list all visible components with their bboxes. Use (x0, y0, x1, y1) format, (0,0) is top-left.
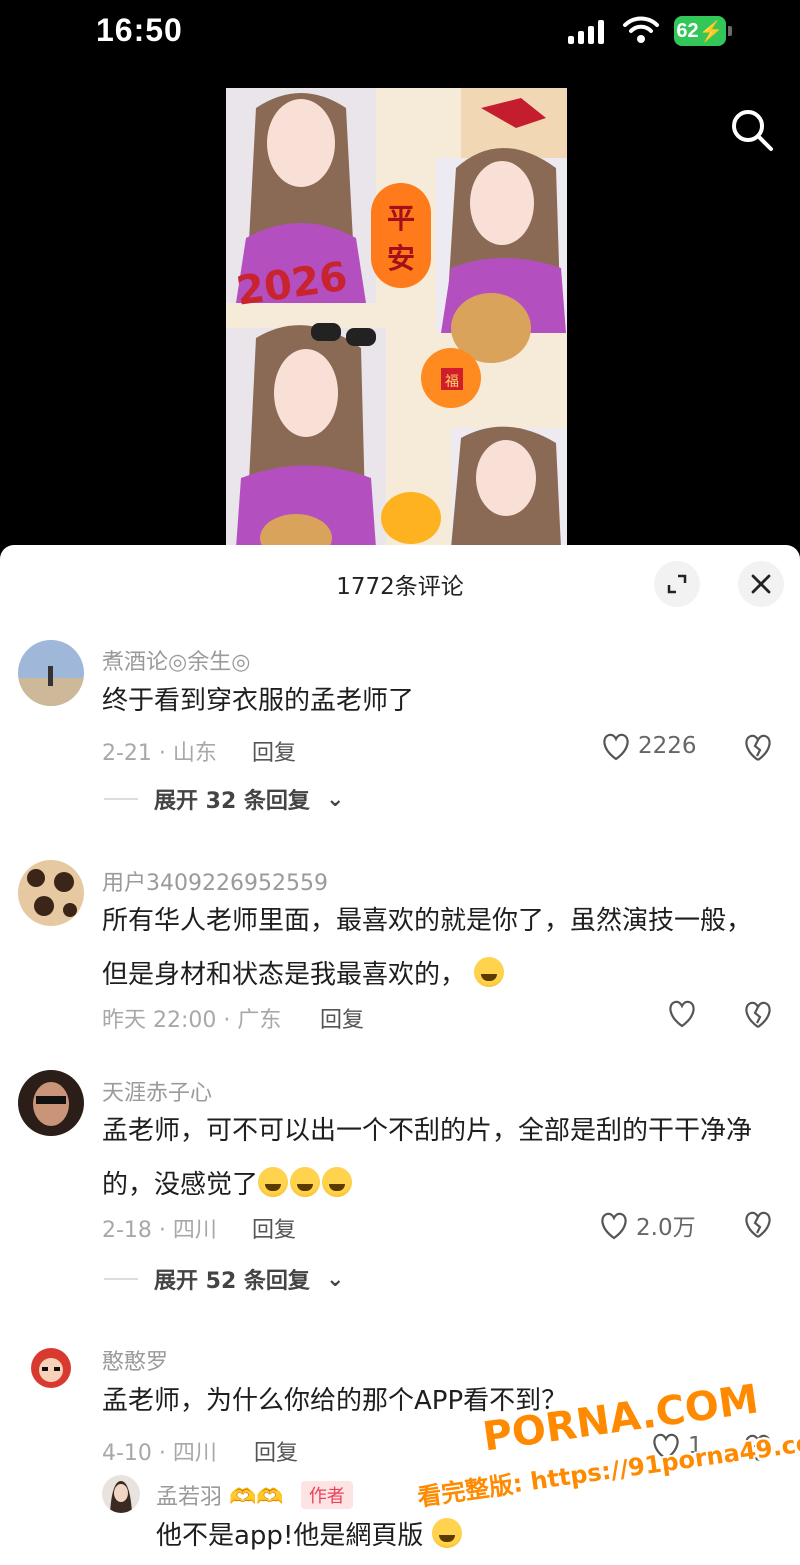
comment-text: 孟老师，可不可以出一个不刮的片，全部是刮的干干净净的，没感觉了 (102, 1104, 770, 1212)
expand-replies-label: 展开 32 条回复 (154, 789, 310, 814)
reply-text-content: 他不是app!他是網頁版 (156, 1521, 424, 1551)
like-button[interactable] (666, 998, 698, 1028)
comment-username[interactable]: 天涯赤子心 (102, 1075, 212, 1107)
comment-meta: 4-10 · 四川 (102, 1441, 217, 1466)
emoji-icon (474, 957, 505, 987)
heart-hands-icon: 🫶🫶 (229, 1485, 284, 1510)
reply-username-text: 孟若羽 (156, 1485, 223, 1510)
avatar[interactable] (102, 1475, 140, 1513)
comment-text: 终于看到穿衣服的孟老师了 (102, 686, 415, 716)
dislike-icon[interactable] (742, 999, 774, 1029)
comment-text: 所有华人老师里面，最喜欢的就是你了，虽然演技一般，但是身材和状态是我最喜欢的， (102, 894, 770, 1002)
close-sheet-button[interactable] (738, 561, 784, 607)
emoji-icon (322, 1167, 353, 1197)
reply-button[interactable]: 回复 (320, 1002, 364, 1034)
comment-meta: 2-18 · 四川 (102, 1218, 217, 1243)
expand-replies-label: 展开 52 条回复 (154, 1269, 310, 1294)
battery-level: 62 (676, 19, 699, 42)
like-count: 2.0万 (636, 1215, 696, 1241)
expand-replies-button[interactable]: 展开 32 条回复 ⌄ (104, 783, 344, 815)
comment-text-content: 所有华人老师里面，最喜欢的就是你了，虽然演技一般，但是身材和状态是我最喜欢的， (102, 906, 753, 990)
emoji-icon (290, 1167, 321, 1197)
avatar[interactable] (18, 1340, 84, 1406)
like-count: 2226 (638, 733, 697, 759)
cellular-signal-icon (568, 20, 604, 44)
reply-button[interactable]: 回复 (252, 735, 296, 767)
comment-text-content: 孟老师，可不可以出一个不刮的片，全部是刮的干干净净的，没感觉了 (102, 1116, 753, 1200)
like-button[interactable]: 2226 (600, 731, 697, 761)
video-fu-text: 福 (445, 374, 459, 390)
comment-meta: 2-21 · 山东 (102, 741, 217, 766)
like-button[interactable]: 2.0万 (598, 1208, 696, 1242)
battery-icon: 62 ⚡ (674, 16, 726, 46)
reply-username[interactable]: 孟若羽 🫶🫶 作者 (156, 1479, 353, 1511)
comment-username[interactable]: 用户3409226952559 (102, 865, 328, 897)
video-player[interactable]: 2026 平 安 福 (226, 88, 567, 548)
expand-replies-button[interactable]: 展开 52 条回复 ⌄ (104, 1263, 344, 1295)
reply-text: 他不是app!他是網頁版 (156, 1509, 756, 1563)
author-tag: 作者 (300, 1481, 353, 1509)
avatar[interactable] (18, 860, 84, 926)
comment-username[interactable]: 煮酒论◎余生◎ (102, 644, 250, 676)
close-icon (751, 574, 771, 594)
search-icon[interactable] (728, 106, 776, 154)
heart-icon (669, 1000, 695, 1028)
battery-tip (728, 26, 732, 36)
wifi-icon (623, 16, 659, 43)
video-badge-line1: 平 (387, 202, 415, 235)
expand-icon (667, 574, 687, 594)
status-time: 16:50 (96, 12, 183, 48)
comment-username[interactable]: 憨憨罗 (102, 1344, 168, 1376)
emoji-icon (258, 1167, 289, 1197)
video-frame: 2026 平 安 福 (226, 88, 567, 548)
emoji-icon (431, 1518, 462, 1548)
status-bar: 16:50 62 ⚡ (0, 0, 800, 70)
expand-sheet-button[interactable] (654, 561, 700, 607)
comment-meta: 昨天 22:00 · 广东 (102, 1008, 282, 1033)
chevron-down-icon: ⌄ (325, 786, 345, 812)
reply-button[interactable]: 回复 (252, 1212, 296, 1244)
video-badge-line2: 安 (387, 242, 415, 275)
reply-button[interactable]: 回复 (254, 1435, 298, 1467)
avatar[interactable] (18, 1070, 84, 1136)
heart-icon (601, 1212, 627, 1240)
heart-icon (603, 733, 629, 761)
avatar[interactable] (18, 640, 84, 706)
chevron-down-icon: ⌄ (325, 1266, 345, 1292)
dislike-icon[interactable] (742, 732, 774, 762)
dislike-icon[interactable] (742, 1209, 774, 1239)
